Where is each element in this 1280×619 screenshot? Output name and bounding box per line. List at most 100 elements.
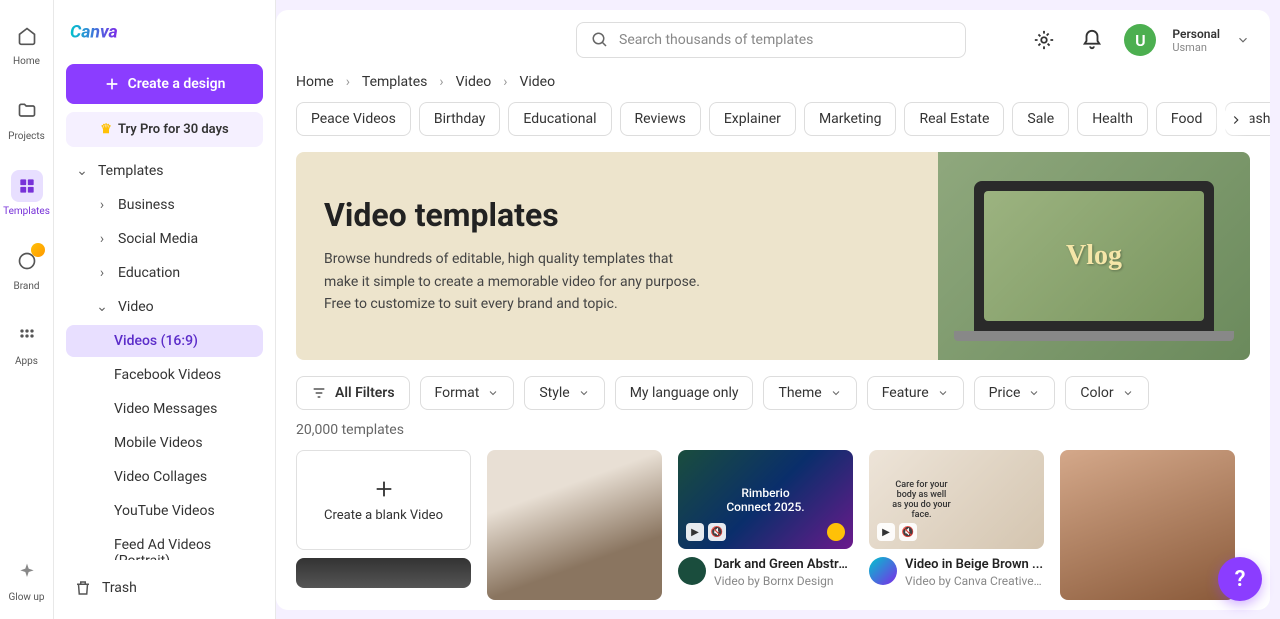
settings-button[interactable] [1028,24,1060,56]
notifications-button[interactable] [1076,24,1108,56]
chip-reviews[interactable]: Reviews [620,102,701,136]
plus-icon [373,478,395,500]
template-thumb: Care for your body as well as you do you… [869,450,1044,549]
chip-explainer[interactable]: Explainer [709,102,796,136]
play-icon: ▶ [877,523,895,541]
chevron-right-icon: › [94,231,110,247]
card-creator: Video by Bornx Design [714,574,853,588]
template-card-dark[interactable]: Rimberio Connect 2025. ▶🔇 Dark and Green… [678,450,853,600]
svg-text:Canva: Canva [70,22,118,42]
filter-style[interactable]: Style [524,376,604,410]
chips-scroll-right[interactable] [1222,106,1250,134]
chip-real-estate[interactable]: Real Estate [904,102,1004,136]
premium-badge-icon [827,523,845,541]
sidebar: Canva Create a design ♛ Try Pro for 30 d… [54,0,276,619]
filter-row: All Filters Format Style My language onl… [276,376,1270,422]
crown-icon: ♛ [100,122,112,137]
crumb-home[interactable]: Home [296,74,334,90]
crumb-video[interactable]: Video [456,74,492,90]
card-title: Dark and Green Abstra... [714,557,853,572]
rail-brand[interactable]: Brand [0,241,53,296]
crumb-templates[interactable]: Templates [362,74,428,90]
top-icons: U Personal Usman [1028,24,1250,56]
rail-templates[interactable]: Templates [0,166,53,221]
rail-templates-label: Templates [3,206,50,217]
chevron-right-icon [1229,113,1243,127]
template-card[interactable] [487,450,662,600]
tree-mobile-videos[interactable]: Mobile Videos [66,427,263,459]
filter-color[interactable]: Color [1065,376,1148,410]
try-pro-button[interactable]: ♛ Try Pro for 30 days [66,112,263,147]
chip-sale[interactable]: Sale [1012,102,1069,136]
rail-brand-label: Brand [13,281,39,292]
filter-feature[interactable]: Feature [867,376,964,410]
template-thumb [1060,450,1235,600]
tree-youtube-videos[interactable]: YouTube Videos [66,495,263,527]
gear-icon [1033,29,1055,51]
filter-price[interactable]: Price [974,376,1056,410]
rail-home[interactable]: Home [0,16,53,71]
rail-apps-label: Apps [15,356,38,367]
apps-icon [11,320,43,352]
plus-icon [104,76,120,92]
video-badges: ▶🔇 [686,523,726,541]
tree-templates[interactable]: ⌄Templates [66,155,263,187]
filter-format[interactable]: Format [420,376,515,410]
tree-social-media[interactable]: ›Social Media [66,223,263,255]
chevron-right-icon: › [503,74,507,90]
thumb-text: Rimberio Connect 2025. [722,486,810,514]
chip-educational[interactable]: Educational [508,102,611,136]
tree-video-collages[interactable]: Video Collages [66,461,263,493]
avatar[interactable]: U [1124,24,1156,56]
create-design-label: Create a design [128,76,226,92]
rail-glow-up[interactable]: Glow up [0,552,53,607]
chip-birthday[interactable]: Birthday [419,102,501,136]
creator-avatar [678,557,706,585]
chip-food[interactable]: Food [1156,102,1217,136]
rail-apps[interactable]: Apps [0,316,53,371]
filter-theme[interactable]: Theme [763,376,856,410]
user-name-label: Personal [1172,27,1220,41]
rail-projects[interactable]: Projects [0,91,53,146]
sidebar-tree: ⌄Templates ›Business ›Social Media ›Educ… [66,155,263,560]
card-creator: Video by Canva Creative St... [905,574,1044,588]
tree-videos-169[interactable]: Videos (16:9) [66,325,263,357]
thumb-text: Care for your body as well as you do you… [892,480,952,520]
search-icon [591,31,609,49]
template-thumb[interactable] [296,558,471,588]
chip-peace-videos[interactable]: Peace Videos [296,102,411,136]
filter-language[interactable]: My language only [615,376,754,410]
page-title: Video templates [324,196,910,234]
search-box[interactable] [576,22,966,58]
chip-marketing[interactable]: Marketing [804,102,897,136]
tree-video-messages[interactable]: Video Messages [66,393,263,425]
all-filters-button[interactable]: All Filters [296,376,410,410]
template-card[interactable] [1060,450,1235,600]
template-thumb [487,450,662,600]
chip-health[interactable]: Health [1077,102,1148,136]
search-input[interactable] [619,32,951,48]
templates-icon [11,170,43,202]
template-thumb: Rimberio Connect 2025. ▶🔇 [678,450,853,549]
filter-icon [311,385,327,401]
home-icon [11,20,43,52]
hero-banner: Video templates Browse hundreds of edita… [296,152,1250,360]
template-card-beige[interactable]: Care for your body as well as you do you… [869,450,1044,600]
tree-business[interactable]: ›Business [66,189,263,221]
tree-education[interactable]: ›Education [66,257,263,289]
chevron-down-icon [487,387,499,399]
chevron-right-icon: › [94,265,110,281]
tree-video[interactable]: ⌄Video [66,291,263,323]
tree-facebook-videos[interactable]: Facebook Videos [66,359,263,391]
tree-feed-ad-videos[interactable]: Feed Ad Videos (Portrait) [66,529,263,560]
hero-description: Browse hundreds of editable, high qualit… [324,248,704,315]
canva-logo[interactable]: Canva [66,12,263,56]
create-blank-card[interactable]: Create a blank Video [296,450,471,600]
create-design-button[interactable]: Create a design [66,64,263,104]
trash-button[interactable]: Trash [66,568,263,607]
user-menu[interactable]: Personal Usman [1172,27,1220,54]
rail-glow-label: Glow up [8,592,44,603]
help-button[interactable]: ? [1218,557,1262,601]
crumb-video-2[interactable]: Video [519,74,555,90]
trash-label: Trash [102,580,137,596]
